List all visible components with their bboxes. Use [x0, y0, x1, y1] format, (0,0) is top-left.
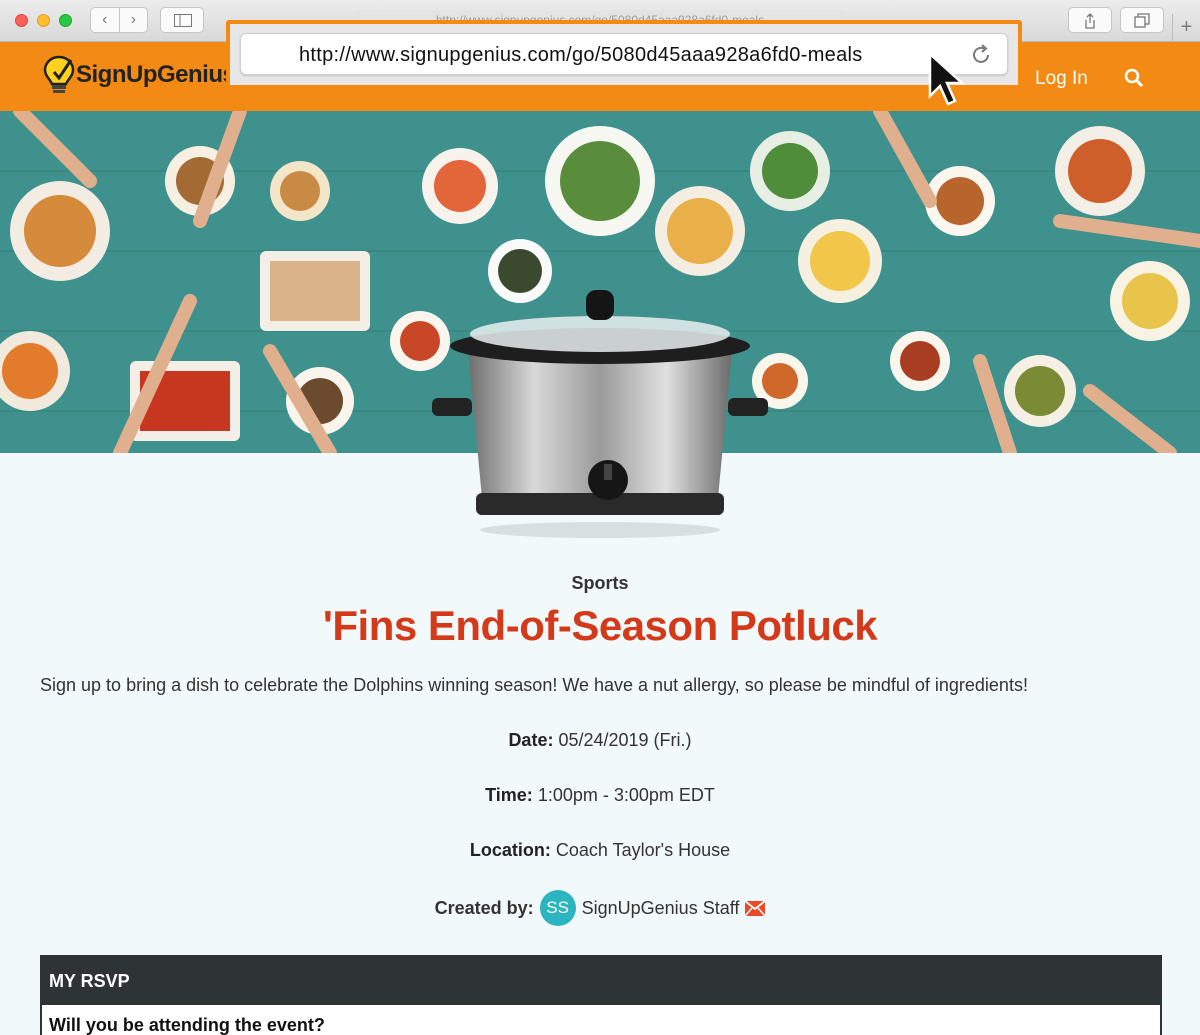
mouse-pointer-icon: [928, 52, 966, 106]
avatar: SS: [539, 890, 576, 926]
history-nav: ‹ ›: [90, 7, 148, 33]
sidebar-toggle-button[interactable]: [160, 7, 204, 33]
url-field[interactable]: http://www.signupgenius.com/go/5080d45aa…: [240, 33, 1008, 75]
slow-cooker-image: [432, 290, 768, 538]
event-title: 'Fins End-of-Season Potluck: [322, 602, 878, 649]
forward-button[interactable]: ›: [120, 8, 148, 32]
event-time: Time: 1:00pm - 3:00pm EDT: [0, 785, 1200, 806]
site-logo[interactable]: SignUpGenius: [42, 54, 236, 96]
time-label: Time:: [485, 785, 533, 805]
new-tab-button[interactable]: +: [1172, 14, 1200, 42]
rsvp-panel: MY RSVP Will you be attending the event?: [40, 955, 1162, 1035]
login-link[interactable]: Log In: [1035, 68, 1088, 90]
rsvp-heading: MY RSVP: [42, 957, 1160, 1005]
event-category: Sports: [571, 573, 629, 593]
sidebar-icon: [174, 14, 192, 27]
event-location: Location: Coach Taylor's House: [0, 840, 1200, 861]
time-value: 1:00pm - 3:00pm EDT: [537, 785, 715, 805]
share-button[interactable]: [1068, 7, 1112, 33]
location-value: Coach Taylor's House: [555, 840, 731, 860]
email-icon[interactable]: [745, 900, 766, 916]
location-label: Location:: [469, 840, 551, 860]
zoom-window-button[interactable]: [59, 14, 72, 27]
created-by-label: Created by:: [434, 897, 534, 918]
event-creator: Created by: SS SignUpGenius Staff: [0, 890, 1200, 926]
date-value: 05/24/2019 (Fri.): [558, 730, 692, 750]
tab-overview-button[interactable]: [1120, 7, 1164, 33]
date-label: Date:: [508, 730, 554, 750]
lightbulb-icon: [43, 55, 75, 93]
event-description: Sign up to bring a dish to celebrate the…: [40, 675, 1028, 695]
search-icon[interactable]: [1124, 68, 1144, 88]
logo-text: SignUpGenius: [76, 61, 236, 88]
event-date: Date: 05/24/2019 (Fri.): [0, 730, 1200, 751]
url-text: http://www.signupgenius.com/go/5080d45aa…: [299, 44, 863, 66]
attendance-question: Will you be attending the event?: [42, 1005, 1160, 1035]
close-window-button[interactable]: [15, 14, 28, 27]
tabs-icon: [1134, 13, 1150, 28]
minimize-window-button[interactable]: [37, 14, 50, 27]
creator-name: SignUpGenius Staff: [581, 897, 740, 918]
reload-icon[interactable]: [969, 43, 993, 67]
share-icon: [1085, 13, 1095, 29]
url-callout: http://www.signupgenius.com/go/5080d45aa…: [226, 20, 1022, 89]
back-button[interactable]: ‹: [91, 8, 120, 32]
